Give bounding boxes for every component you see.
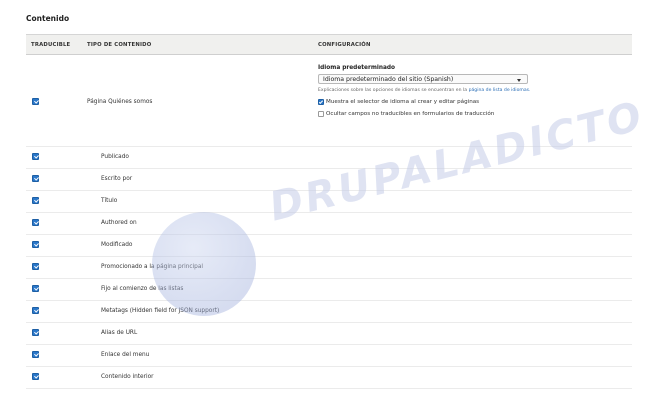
header-content-type: TIPO DE CONTENIDO — [87, 42, 152, 48]
field-label: Promocionado a la página principal — [101, 264, 204, 270]
table-row: Enlace del menu — [26, 345, 632, 367]
table-row: Fijo al comienzo de las listas — [26, 279, 632, 301]
table-row: Publicado — [26, 147, 632, 169]
show-selector-checkbox[interactable] — [318, 99, 324, 105]
field-label: Fijo al comienzo de las listas — [101, 286, 184, 292]
field-checkbox[interactable] — [32, 373, 39, 380]
default-language-value: Idioma predeterminado del sitio (Spanish… — [323, 76, 454, 83]
table-header: TRADUCIBLE TIPO DE CONTENIDO CONFIGURACI… — [26, 35, 632, 55]
field-label: Modificado — [101, 242, 133, 248]
table-row: Metatags (Hidden field for JSON support) — [26, 301, 632, 323]
language-list-link[interactable]: página de lista de idiomas. — [469, 88, 531, 93]
content-type-label: Página Quiénes somos — [87, 99, 153, 105]
field-checkbox[interactable] — [32, 351, 39, 358]
field-checkbox[interactable] — [32, 285, 39, 292]
field-label: Contenido interior — [101, 374, 154, 380]
field-checkbox[interactable] — [32, 307, 39, 314]
configuration-panel: Idioma predeterminado Idioma predetermin… — [318, 65, 628, 117]
field-checkbox[interactable] — [32, 175, 39, 182]
field-label: Metatags (Hidden field for JSON support) — [101, 308, 220, 314]
field-checkbox[interactable] — [32, 329, 39, 336]
field-label: Publicado — [101, 154, 129, 160]
table-row: Escrito por — [26, 169, 632, 191]
chevron-down-icon — [517, 78, 521, 82]
option-hide-untranslatable[interactable]: Ocultar campos no traducibles en formula… — [318, 111, 628, 117]
translatable-checkbox[interactable] — [32, 98, 39, 105]
field-checkbox[interactable] — [32, 153, 39, 160]
hide-untranslatable-checkbox[interactable] — [318, 111, 324, 117]
option-show-language-selector[interactable]: Muestra el selector de idioma al crear y… — [318, 99, 628, 105]
table-row-content-type: Página Quiénes somos Idioma predetermina… — [26, 55, 632, 147]
header-translatable: TRADUCIBLE — [31, 42, 71, 48]
field-checkbox[interactable] — [32, 263, 39, 270]
field-label: Enlace del menu — [101, 352, 150, 358]
hide-untranslatable-label: Ocultar campos no traducibles en formula… — [326, 111, 495, 117]
section-title: Contenido — [26, 14, 70, 23]
field-checkbox[interactable] — [32, 219, 39, 226]
table-row: Promocionado a la página principal — [26, 257, 632, 279]
content-translation-table: TRADUCIBLE TIPO DE CONTENIDO CONFIGURACI… — [26, 34, 632, 389]
language-help-text: Explicaciones sobre las opciones de idio… — [318, 88, 628, 93]
field-label: Alias de URL — [101, 330, 138, 336]
table-row: Modificado — [26, 235, 632, 257]
field-checkbox[interactable] — [32, 197, 39, 204]
table-row: Authored on — [26, 213, 632, 235]
default-language-title: Idioma predeterminado — [318, 65, 396, 71]
table-row: Contenido interior — [26, 367, 632, 389]
field-label: Escrito por — [101, 176, 133, 182]
default-language-select[interactable]: Idioma predeterminado del sitio (Spanish… — [318, 74, 528, 84]
field-checkbox[interactable] — [32, 241, 39, 248]
show-selector-label: Muestra el selector de idioma al crear y… — [326, 99, 480, 105]
header-configuration: CONFIGURACIÓN — [318, 42, 371, 48]
field-label: Título — [101, 198, 118, 204]
field-label: Authored on — [101, 220, 137, 226]
table-row: Título — [26, 191, 632, 213]
table-row: Alias de URL — [26, 323, 632, 345]
help-text: Explicaciones sobre las opciones de idio… — [318, 88, 468, 93]
